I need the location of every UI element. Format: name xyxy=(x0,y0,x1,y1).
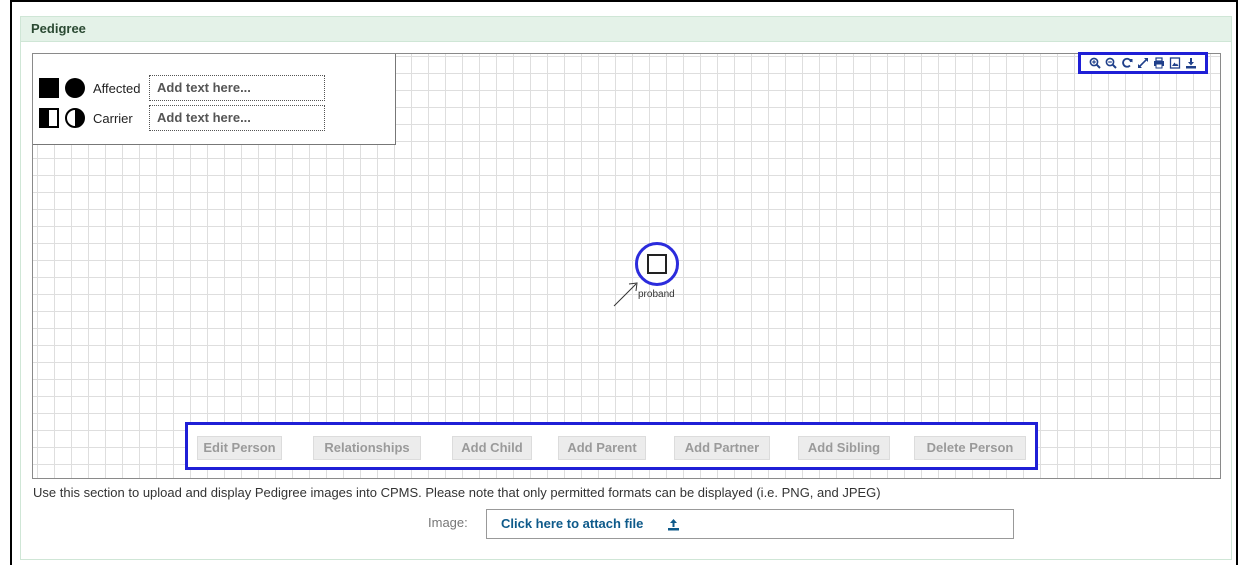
attach-file-link[interactable]: Click here to attach file xyxy=(501,516,643,531)
pedigree-toolbar xyxy=(1078,52,1208,74)
carrier-square-icon xyxy=(39,108,59,128)
screenshot-frame-top xyxy=(10,0,1238,2)
affected-label: Affected xyxy=(93,80,141,96)
add-parent-button[interactable]: Add Parent xyxy=(558,436,646,460)
panel-title: Pedigree xyxy=(21,17,1231,42)
download-icon[interactable] xyxy=(1185,57,1197,69)
print-icon[interactable] xyxy=(1153,57,1165,69)
carrier-text-input[interactable]: Add text here... xyxy=(149,105,325,131)
carrier-label: Carrier xyxy=(93,110,133,126)
delete-person-button[interactable]: Delete Person xyxy=(914,436,1026,460)
edit-person-button[interactable]: Edit Person xyxy=(197,436,282,460)
image-field-label: Image: xyxy=(428,515,468,530)
legend-row-carrier: Carrier Add text here... xyxy=(39,105,325,131)
refresh-icon[interactable] xyxy=(1121,57,1133,69)
image-icon[interactable] xyxy=(1169,57,1181,69)
pedigree-canvas[interactable]: Affected Add text here... Carrier Add te… xyxy=(32,53,1221,479)
fullscreen-icon[interactable] xyxy=(1137,57,1149,69)
add-partner-button[interactable]: Add Partner xyxy=(674,436,770,460)
legend: Affected Add text here... Carrier Add te… xyxy=(33,54,396,145)
zoom-in-icon[interactable] xyxy=(1089,57,1101,69)
upload-help-text: Use this section to upload and display P… xyxy=(33,485,881,500)
screenshot-frame-left xyxy=(10,0,12,565)
carrier-circle-icon xyxy=(65,108,85,128)
attach-file-field[interactable]: Click here to attach file xyxy=(486,509,1014,539)
affected-text-input[interactable]: Add text here... xyxy=(149,75,325,101)
person-actions-bar: Edit Person Relationships Add Child Add … xyxy=(185,422,1038,470)
relationships-button[interactable]: Relationships xyxy=(313,436,421,460)
legend-row-affected: Affected Add text here... xyxy=(39,75,325,101)
affected-circle-icon xyxy=(65,78,85,98)
proband-label: proband xyxy=(638,289,675,300)
affected-square-icon xyxy=(39,78,59,98)
zoom-out-icon[interactable] xyxy=(1105,57,1117,69)
add-child-button[interactable]: Add Child xyxy=(452,436,532,460)
proband-male-node[interactable] xyxy=(647,254,667,274)
upload-icon xyxy=(668,519,679,531)
add-sibling-button[interactable]: Add Sibling xyxy=(798,436,890,460)
